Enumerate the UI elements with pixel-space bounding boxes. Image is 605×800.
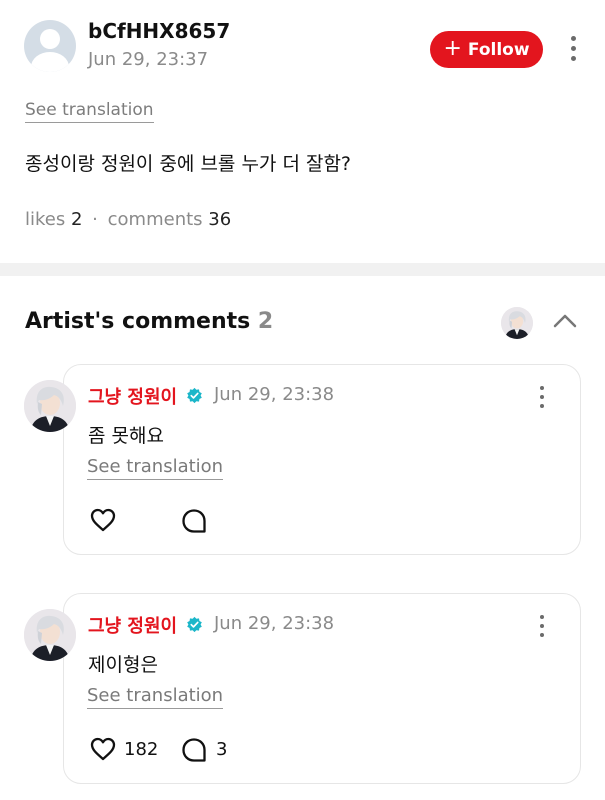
comment-author-avatar[interactable] — [24, 609, 76, 661]
post-username[interactable]: bCfHHX8657 — [88, 19, 230, 43]
comments-label[interactable]: comments — [108, 209, 203, 230]
comment-author-name[interactable]: 그냥 정원이 — [88, 383, 177, 409]
comment-more-icon[interactable] — [539, 615, 545, 637]
comment-author-name[interactable]: 그냥 정원이 — [88, 612, 177, 638]
comment-see-translation-link[interactable]: See translation — [87, 686, 224, 709]
plus-icon: + — [443, 35, 462, 61]
comment-reply-count: 3 — [216, 739, 228, 760]
follow-label: Follow — [467, 39, 530, 60]
comment-timestamp: Jun 29, 23:38 — [214, 613, 335, 634]
likes-label: likes — [25, 209, 66, 230]
likes-count: 2 — [70, 209, 83, 230]
comment-see-translation-link[interactable]: See translation — [87, 457, 224, 480]
comment-text: 좀 못해요 — [88, 425, 164, 447]
follow-button[interactable]: + Follow — [430, 31, 543, 68]
artist-comments-title: Artist's comments — [25, 309, 251, 334]
comment-like-count: 182 — [124, 739, 159, 760]
post-timestamp: Jun 29, 23:37 — [88, 49, 209, 70]
comment-timestamp: Jun 29, 23:38 — [214, 384, 335, 405]
artist-comments-count: 2 — [257, 309, 274, 334]
verified-badge-icon — [187, 387, 202, 404]
artist-avatar-small[interactable] — [501, 307, 533, 339]
post-body-text: 종성이랑 정원이 중에 브롤 누가 더 잘함? — [25, 153, 352, 175]
artist-comments-header: Artist's comments 2 — [25, 309, 273, 334]
comment-author-avatar[interactable] — [24, 380, 76, 432]
chevron-up-icon[interactable] — [552, 312, 578, 330]
verified-badge-icon — [187, 616, 202, 633]
user-avatar[interactable] — [24, 20, 76, 72]
comment-more-icon[interactable] — [539, 386, 545, 408]
comment-text: 제이형은 — [88, 654, 158, 676]
post-see-translation-link[interactable]: See translation — [25, 100, 154, 123]
section-divider — [0, 263, 605, 276]
comments-count[interactable]: 36 — [208, 209, 231, 230]
heart-icon[interactable] — [89, 736, 117, 762]
post-stats: likes 2 · comments 36 — [25, 209, 231, 230]
heart-icon[interactable] — [89, 507, 117, 533]
comment-bubble-icon[interactable] — [181, 508, 207, 534]
post-more-icon[interactable] — [570, 36, 576, 61]
comment-bubble-icon[interactable] — [181, 737, 207, 763]
stats-separator: · — [92, 209, 98, 230]
post: bCfHHX8657 Jun 29, 23:37 + Follow See tr… — [0, 0, 605, 263]
